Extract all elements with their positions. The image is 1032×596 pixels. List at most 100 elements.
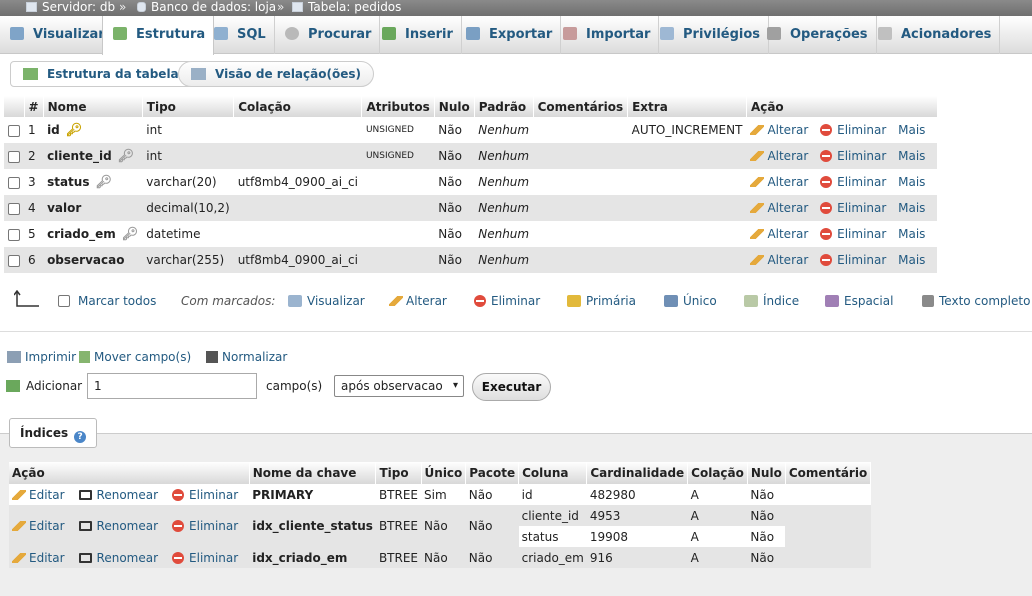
tab-insert[interactable]: Inserir <box>372 16 462 54</box>
tab-triggers[interactable]: Acionadores <box>868 16 1001 54</box>
row-checkbox[interactable] <box>8 228 20 241</box>
index-type: BTREE <box>375 505 422 547</box>
drop-button[interactable]: Eliminar <box>820 227 886 241</box>
index-icon <box>744 295 758 307</box>
column-name[interactable]: status 🔑︎ <box>43 169 143 195</box>
pencil-icon <box>750 229 765 239</box>
rename-index-button[interactable]: Renomear <box>78 488 158 502</box>
col-header-type[interactable]: Tipo <box>142 96 235 117</box>
change-button[interactable]: Alterar <box>750 227 808 241</box>
more-dropdown[interactable]: Mais <box>898 201 925 215</box>
check-all[interactable]: Marcar todos <box>58 294 156 310</box>
execute-button[interactable]: Executar <box>472 373 551 401</box>
tab-structure[interactable]: Estrutura <box>102 16 215 55</box>
drop-index-button[interactable]: Eliminar <box>172 551 238 565</box>
row-actions: Alterar Eliminar Mais <box>746 117 938 143</box>
col-header-collation[interactable]: Colação <box>233 96 363 117</box>
edit-index-button[interactable]: Editar <box>12 488 65 502</box>
row-checkbox[interactable] <box>8 124 20 137</box>
table-browse-icon <box>288 295 302 307</box>
add-columns-count-input[interactable]: 1 <box>87 373 257 399</box>
row-checkbox[interactable] <box>8 176 20 189</box>
change-button[interactable]: Alterar <box>750 149 808 163</box>
server-icon <box>26 2 37 12</box>
change-button[interactable]: Alterar <box>750 123 808 137</box>
drop-button[interactable]: Eliminar <box>820 123 886 137</box>
column-name[interactable]: valor <box>43 195 143 221</box>
breadcrumb-table[interactable]: Tabela: pedidos <box>292 0 401 14</box>
bulk-unique-button[interactable]: Único <box>664 294 717 310</box>
change-button[interactable]: Alterar <box>750 175 808 189</box>
column-name[interactable]: id 🔑︎ <box>43 117 143 143</box>
idx-header-collation: Colação <box>687 462 748 484</box>
tab-import[interactable]: Importar <box>553 16 660 54</box>
bulk-fulltext-button[interactable]: Texto completo <box>922 294 1030 310</box>
index-collation: A <box>687 547 748 568</box>
col-header-name[interactable]: Nome <box>43 96 143 117</box>
rename-index-button[interactable]: Renomear <box>78 551 158 565</box>
index-row: Editar Renomear Eliminar idx_criado_em B… <box>9 547 871 568</box>
col-header-extra[interactable]: Extra <box>627 96 747 117</box>
column-position-select[interactable]: após observacao ▾ <box>334 375 464 397</box>
more-dropdown[interactable]: Mais <box>898 123 925 137</box>
index-packed: Não <box>465 484 519 505</box>
edit-index-button[interactable]: Editar <box>12 551 65 565</box>
tab-privileges[interactable]: Privilégios <box>650 16 770 54</box>
col-header-comments[interactable]: Comentários <box>533 96 629 117</box>
breadcrumb-database[interactable]: Banco de dados: loja <box>137 0 276 14</box>
row-actions: Alterar Eliminar Mais <box>746 143 938 169</box>
tab-sql[interactable]: SQL <box>204 16 275 54</box>
column-comments <box>533 247 628 273</box>
bulk-change-button[interactable]: Alterar <box>389 294 447 310</box>
column-extra <box>627 247 747 273</box>
col-header-null[interactable]: Nulo <box>434 96 475 117</box>
drop-index-button[interactable]: Eliminar <box>172 488 238 502</box>
tab-search[interactable]: Procurar <box>275 16 381 54</box>
drop-index-button[interactable]: Eliminar <box>172 519 238 533</box>
column-attributes <box>361 169 435 195</box>
tab-operations[interactable]: Operações <box>757 16 877 54</box>
col-header-default[interactable]: Padrão <box>474 96 534 117</box>
move-columns-link[interactable]: Mover campo(s) <box>79 350 191 364</box>
tab-browse[interactable]: Visualizar <box>0 16 114 54</box>
more-dropdown[interactable]: Mais <box>898 253 925 267</box>
breadcrumb-server[interactable]: Servidor: db <box>26 0 115 14</box>
column-type: varchar(20) <box>142 169 234 195</box>
row-checkbox[interactable] <box>8 150 20 163</box>
subtab-relation-view[interactable]: Visão de relação(ões) <box>178 61 374 87</box>
column-name[interactable]: cliente_id 🔑︎ <box>43 143 143 169</box>
row-checkbox[interactable] <box>8 202 20 215</box>
change-button[interactable]: Alterar <box>750 253 808 267</box>
normalize-link[interactable]: Normalizar <box>206 350 287 364</box>
column-name[interactable]: observacao <box>43 247 143 273</box>
bulk-spatial-button[interactable]: Espacial <box>825 294 893 310</box>
col-header-attributes[interactable]: Atributos <box>361 96 435 117</box>
tab-export[interactable]: Exportar <box>456 16 562 54</box>
idx-header-null: Nulo <box>747 462 786 484</box>
check-all-checkbox[interactable] <box>58 295 70 307</box>
table-row: 1 id 🔑︎ int UNSIGNED Não Nenhum AUTO_INCR… <box>4 117 938 143</box>
export-icon <box>466 27 480 40</box>
subtab-table-structure[interactable]: Estrutura da tabela <box>10 61 192 87</box>
edit-index-button[interactable]: Editar <box>12 519 65 533</box>
row-checkbox[interactable] <box>8 254 20 267</box>
drop-button[interactable]: Eliminar <box>820 253 886 267</box>
drop-button[interactable]: Eliminar <box>820 175 886 189</box>
bulk-drop-button[interactable]: Eliminar <box>474 294 540 310</box>
more-dropdown[interactable]: Mais <box>898 149 925 163</box>
index-packed: Não <box>465 505 519 547</box>
drop-button[interactable]: Eliminar <box>820 149 886 163</box>
row-actions: Alterar Eliminar Mais <box>746 247 938 273</box>
bulk-index-button[interactable]: Índice <box>744 294 799 310</box>
more-dropdown[interactable]: Mais <box>898 227 925 241</box>
more-dropdown[interactable]: Mais <box>898 175 925 189</box>
print-link[interactable]: Imprimir <box>7 350 76 364</box>
help-icon[interactable]: ? <box>74 431 87 443</box>
column-name[interactable]: criado_em 🔑︎ <box>43 221 143 247</box>
rename-index-button[interactable]: Renomear <box>78 519 158 533</box>
col-header-num[interactable]: # <box>24 96 44 117</box>
drop-button[interactable]: Eliminar <box>820 201 886 215</box>
bulk-browse-button[interactable]: Visualizar <box>288 294 365 310</box>
change-button[interactable]: Alterar <box>750 201 808 215</box>
bulk-primary-button[interactable]: Primária <box>567 294 636 310</box>
